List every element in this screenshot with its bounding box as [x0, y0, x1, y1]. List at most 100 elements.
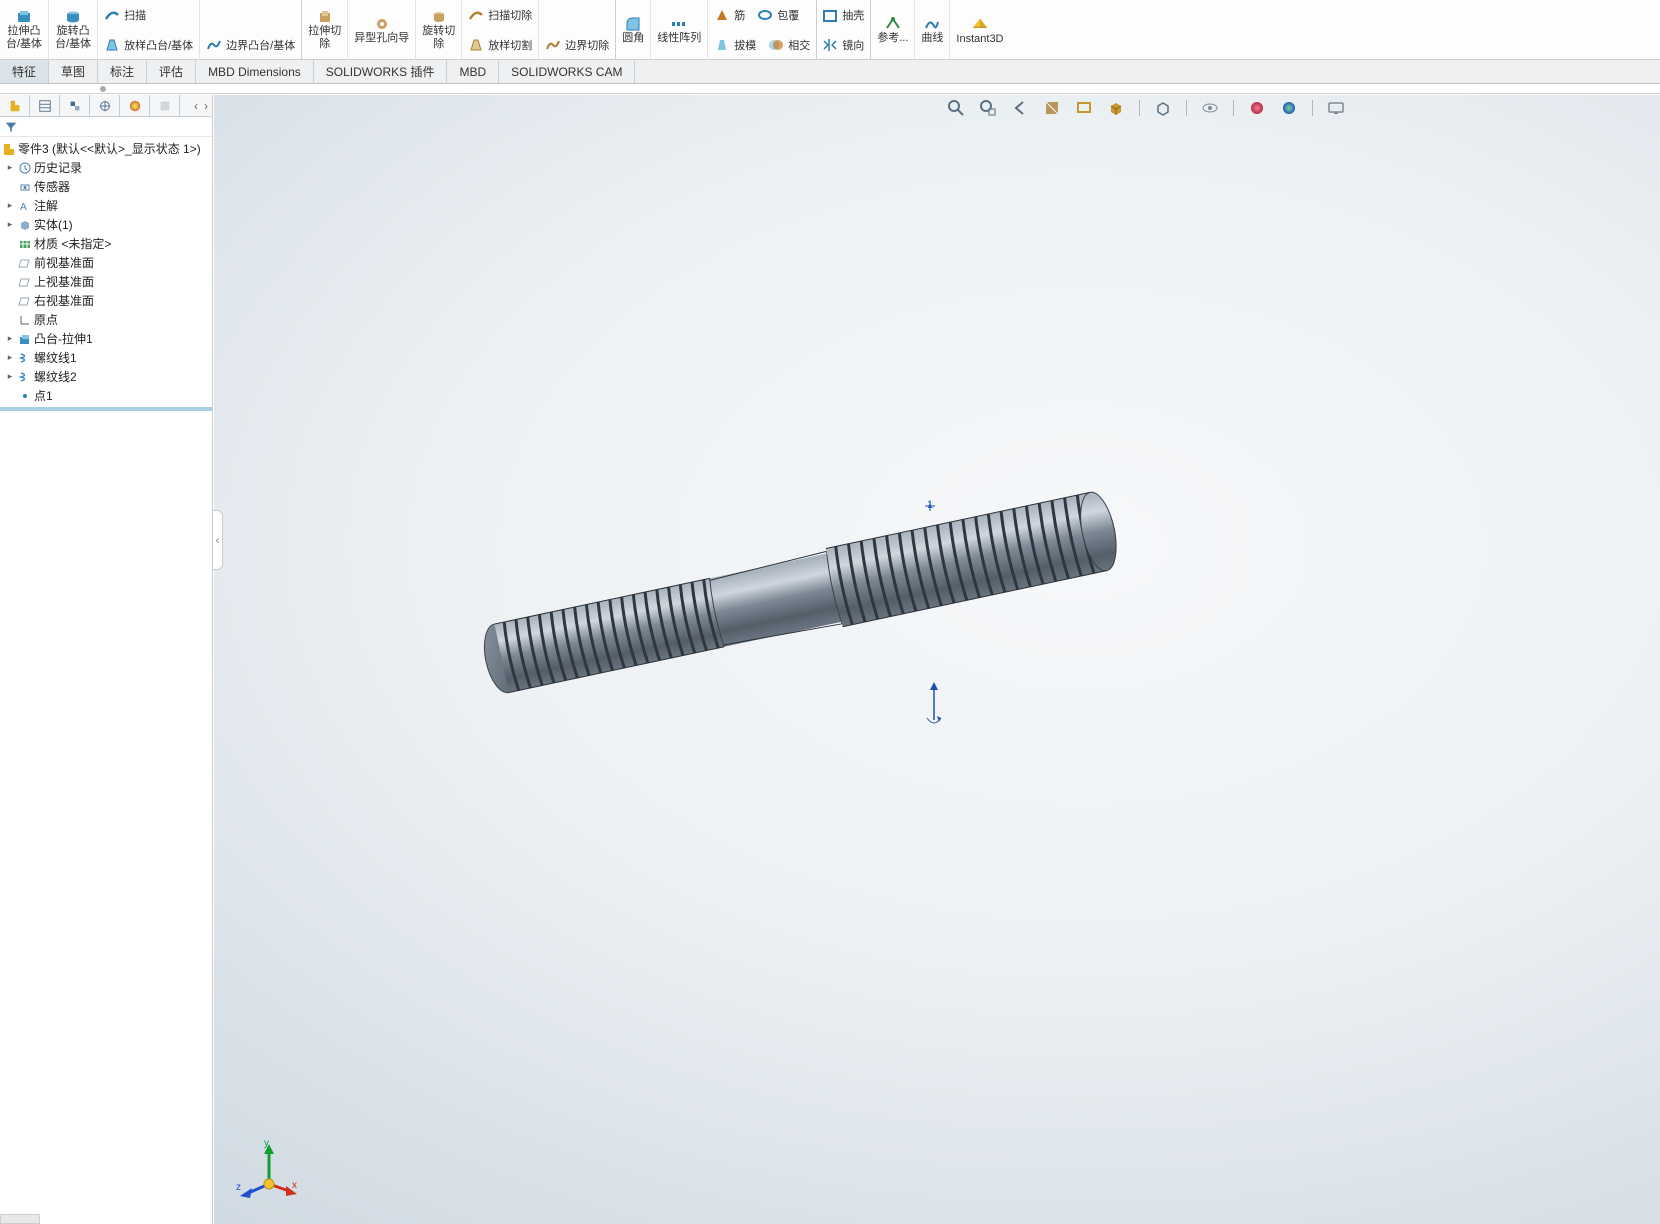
linear-pattern-label: 线性阵列 [657, 32, 701, 45]
extrude-boss-button[interactable]: 拉伸凸 台/基体 [0, 0, 49, 60]
plane-icon [16, 275, 34, 289]
revolve-cut-button[interactable]: 旋转切 除 [416, 0, 462, 60]
expand-icon[interactable]: ▸ [4, 333, 16, 344]
chevron-left-icon[interactable]: ‹ [194, 99, 198, 113]
zoom-area-icon[interactable] [979, 99, 997, 117]
revolve-boss-button[interactable]: 旋转凸 台/基体 [49, 0, 98, 60]
triad-x-label: x [292, 1180, 297, 1191]
expand-icon[interactable]: ▸ [4, 162, 16, 173]
section-view-icon[interactable] [1043, 99, 1061, 117]
material-icon [16, 237, 34, 251]
tree-thread1[interactable]: ▸ 螺纹线1 [0, 348, 212, 367]
tree-origin[interactable]: 原点 [0, 310, 212, 329]
panel-tab-display[interactable] [120, 95, 150, 116]
tree-filter-row[interactable] [0, 117, 212, 137]
feature-manager-panel: ‹ › 零件3 (默认<<默认>_显示状态 1>) ▸ 历史记录 传感器 ▸ A… [0, 95, 213, 1224]
tree-annotations[interactable]: ▸ A 注解 [0, 196, 212, 215]
boundary-boss-button[interactable]: 边界凸台/基体 [200, 30, 301, 60]
panel-tab-row: ‹ › [0, 95, 212, 117]
tab-sketch[interactable]: 草图 [49, 60, 98, 83]
tree-point1-label: 点1 [34, 387, 53, 404]
sweep-cut-label: 扫描切除 [488, 7, 532, 23]
loft-cut-button[interactable]: 放样切割 [462, 30, 538, 60]
panel-tab-property[interactable] [30, 95, 60, 116]
tree-extrude1-label: 凸台-拉伸1 [34, 330, 93, 347]
view-orientation-icon[interactable] [1107, 99, 1125, 117]
hud-separator [1233, 100, 1234, 116]
tree-solid-bodies[interactable]: ▸ 实体(1) [0, 215, 212, 234]
view-triad[interactable]: y x z [234, 1136, 304, 1206]
tabstrip-dropdown-icon[interactable] [100, 86, 106, 92]
draft-button[interactable]: 拔模 [708, 30, 762, 60]
extrude-cut-button[interactable]: 拉伸切 除 [302, 0, 348, 60]
triad-z-label: z [236, 1182, 241, 1193]
linear-pattern-button[interactable]: 线性阵列 [651, 0, 708, 60]
panel-hscrollbar[interactable] [0, 1214, 40, 1224]
instant3d-label: Instant3D [956, 33, 1003, 46]
intersect-button[interactable]: 相交 [762, 30, 816, 60]
edit-appearance-icon[interactable] [1248, 99, 1266, 117]
hide-show-icon[interactable] [1201, 99, 1219, 117]
expand-icon[interactable]: ▸ [4, 219, 16, 230]
tree-front-plane[interactable]: 前视基准面 [0, 253, 212, 272]
hole-wizard-button[interactable]: 异型孔向导 [348, 0, 416, 60]
tree-history[interactable]: ▸ 历史记录 [0, 158, 212, 177]
loft-boss-button[interactable]: 放样凸台/基体 [98, 30, 199, 60]
curves-button[interactable]: 曲线 [915, 0, 950, 60]
sweep-boss-button[interactable]: 扫描 [98, 0, 152, 30]
shell-button[interactable]: 抽壳 [816, 0, 870, 30]
tab-evaluate[interactable]: 评估 [147, 60, 196, 83]
panel-tab-scroll[interactable]: ‹ › [190, 95, 212, 116]
expand-icon[interactable]: ▸ [4, 352, 16, 363]
rotation-axis-indicator [919, 680, 949, 730]
boss-secondary-group: 扫描 放样凸台/基体 [98, 0, 200, 60]
sweep-cut-button[interactable]: 扫描切除 [462, 0, 538, 30]
tree-right-plane[interactable]: 右视基准面 [0, 291, 212, 310]
graphics-viewport[interactable]: ‹ [214, 95, 1660, 1224]
tree-rollback-bar[interactable] [0, 407, 212, 411]
tree-top-plane[interactable]: 上视基准面 [0, 272, 212, 291]
rib-button[interactable]: 筋 [708, 0, 751, 30]
tab-mbd-dimensions[interactable]: MBD Dimensions [196, 60, 314, 83]
mirror-button[interactable]: 镜向 [816, 30, 870, 60]
tree-thread2[interactable]: ▸ 螺纹线2 [0, 367, 212, 386]
tree-point1[interactable]: 点1 [0, 386, 212, 405]
display-style-icon[interactable] [1154, 99, 1172, 117]
apply-scene-icon[interactable] [1280, 99, 1298, 117]
dynamic-annotation-icon[interactable] [1075, 99, 1093, 117]
panel-collapse-handle[interactable]: ‹ [213, 510, 223, 570]
chevron-right-icon[interactable]: › [204, 99, 208, 113]
previous-view-icon[interactable] [1011, 99, 1029, 117]
wrap-button[interactable]: 包覆 [751, 0, 805, 30]
panel-tab-extra[interactable] [150, 95, 180, 116]
tab-addins[interactable]: SOLIDWORKS 插件 [314, 60, 448, 83]
fillet-button[interactable]: 圆角 [616, 0, 651, 60]
panel-tab-config[interactable] [60, 95, 90, 116]
panel-tab-dimxpert[interactable] [90, 95, 120, 116]
tab-annotate[interactable]: 标注 [98, 60, 147, 83]
tree-root[interactable]: 零件3 (默认<<默认>_显示状态 1>) [0, 139, 212, 158]
instant3d-button[interactable]: Instant3D [950, 0, 1009, 60]
tab-mbd[interactable]: MBD [447, 60, 499, 83]
reference-geometry-button[interactable]: 参考... [871, 0, 915, 60]
panel-tab-feature-tree[interactable] [0, 95, 30, 116]
tab-cam[interactable]: SOLIDWORKS CAM [499, 60, 635, 83]
triad-y-label: y [264, 1138, 269, 1149]
tab-features[interactable]: 特征 [0, 60, 49, 83]
point-annotation[interactable]: 1 [925, 497, 951, 527]
tree-sensors[interactable]: 传感器 [0, 177, 212, 196]
view-settings-icon[interactable] [1327, 99, 1345, 117]
expand-icon[interactable]: ▸ [4, 371, 16, 382]
plane-icon [16, 294, 34, 308]
model-body[interactable] [434, 465, 1164, 715]
zoom-fit-icon[interactable] [947, 99, 965, 117]
command-tab-strip: 特征 草图 标注 评估 MBD Dimensions SOLIDWORKS 插件… [0, 60, 1660, 84]
tree-material[interactable]: 材质 <未指定> [0, 234, 212, 253]
boundary-cut-button[interactable]: 边界切除 [539, 30, 615, 60]
tree-annotations-label: 注解 [34, 197, 58, 214]
hud-separator [1186, 100, 1187, 116]
expand-icon[interactable]: ▸ [4, 200, 16, 211]
command-ribbon: 拉伸凸 台/基体 旋转凸 台/基体 扫描 放样凸台/基体 边界凸台/基体 [0, 0, 1660, 60]
tab-evaluate-label: 评估 [159, 63, 183, 80]
tree-extrude1[interactable]: ▸ 凸台-拉伸1 [0, 329, 212, 348]
